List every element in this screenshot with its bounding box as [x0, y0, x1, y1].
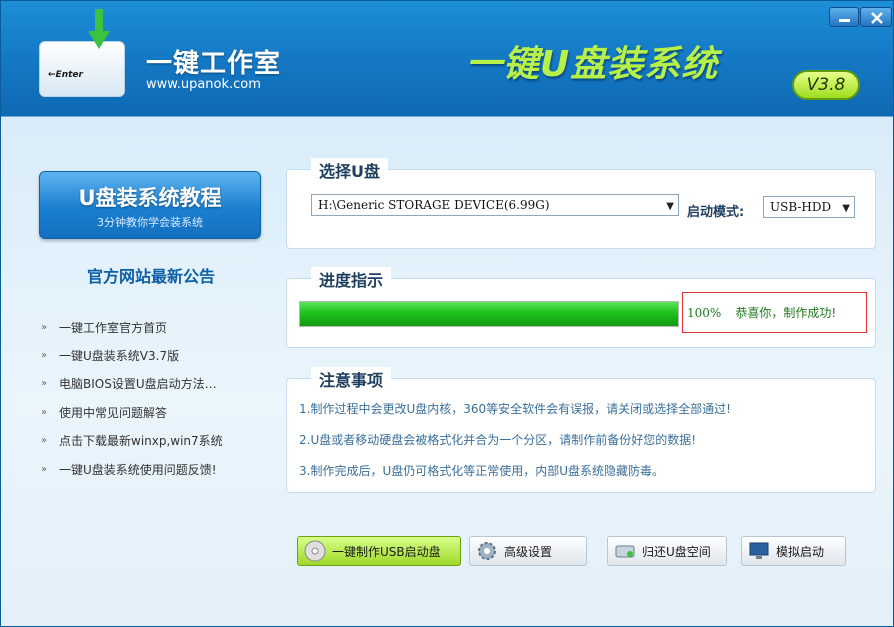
news-item-label: 一键U盘装系统使用问题反馈! [59, 462, 217, 477]
make-usb-label: 一键制作USB启动盘 [332, 544, 441, 559]
drive-icon [615, 545, 635, 558]
disc-icon [304, 540, 326, 562]
tutorial-button[interactable]: U盘装系统教程 3分钟教你学会装系统 [39, 171, 261, 239]
note-line: 2.U盘或者移动硬盘会被格式化并合为一个分区，请制作前备份好您的数据! [299, 433, 697, 447]
progress-fill [300, 302, 678, 326]
note-line: 3.制作完成后，U盘仍可格式化等正常使用，内部U盘系统隐藏防毒。 [299, 464, 665, 478]
news-item[interactable]: » 一键U盘装系统V3.7版 [41, 341, 271, 369]
minimize-icon [839, 19, 850, 22]
advanced-settings-button[interactable]: 高级设置 [469, 536, 587, 566]
logo: ←Enter [39, 41, 125, 97]
boot-mode-select[interactable]: USB-HDD ▼ [763, 196, 855, 218]
gear-icon [478, 542, 496, 560]
bullet-icon: » [41, 321, 48, 333]
note-line: 1.制作过程中会更改U盘内核，360等安全软件会有误报，请关闭或选择全部通过! [299, 402, 731, 416]
version-badge: V3.8 [792, 70, 860, 100]
news-item[interactable]: » 电脑BIOS设置U盘启动方法… [41, 370, 271, 398]
close-icon [871, 12, 883, 24]
boot-mode-value: USB-HDD [770, 200, 832, 214]
app-window: ←Enter 一键工作室 www.upanok.com 一键U盘装系统 V3.8… [0, 0, 894, 627]
bullet-icon: » [41, 406, 48, 418]
news-item[interactable]: » 点击下载最新winxp,win7系统 [41, 427, 271, 455]
simulate-boot-button[interactable]: 模拟启动 [741, 536, 846, 566]
minimize-button[interactable] [829, 7, 859, 27]
title-bar: ←Enter 一键工作室 www.upanok.com 一键U盘装系统 V3.8 [1, 1, 894, 119]
tutorial-title: U盘装系统教程 [78, 186, 222, 210]
news-item-label: 点击下载最新winxp,win7系统 [59, 434, 223, 449]
news-item-label: 一键工作室官方首页 [59, 320, 168, 335]
chevron-down-icon: ▼ [666, 201, 674, 212]
news-item-label: 一键U盘装系统V3.7版 [59, 349, 180, 364]
news-item-label: 使用中常见问题解答 [59, 405, 168, 420]
advanced-settings-label: 高级设置 [504, 544, 553, 559]
bullet-icon: » [41, 350, 48, 362]
monitor-icon [749, 542, 769, 559]
news-item-label: 电脑BIOS设置U盘启动方法… [59, 377, 217, 392]
bullet-icon: » [41, 463, 48, 475]
news-list: » 一键工作室官方首页 » 一键U盘装系统V3.7版 » 电脑BIOS设置U盘启动方法… [41, 313, 271, 483]
logo-enter-text: ←Enter [48, 70, 83, 80]
select-usb-legend: 选择U盘 [311, 158, 388, 182]
close-button[interactable] [860, 7, 892, 27]
bullet-icon: » [41, 435, 48, 447]
progress-status: 100% 恭喜你，制作成功! [682, 292, 867, 333]
news-item[interactable]: » 一键工作室官方首页 [41, 313, 271, 341]
progress-bar [299, 301, 679, 327]
news-item[interactable]: » 一键U盘装系统使用问题反馈! [41, 455, 271, 483]
notes-legend: 注意事项 [311, 367, 392, 391]
brand-title: 一键工作室 [146, 49, 282, 79]
chevron-down-icon: ▼ [842, 203, 850, 214]
restore-usb-button[interactable]: 归还U盘空间 [607, 536, 727, 566]
news-item[interactable]: » 使用中常见问题解答 [41, 398, 271, 426]
progress-message: 恭喜你，制作成功! [735, 306, 837, 320]
tutorial-subtitle: 3分钟教你学会装系统 [97, 216, 203, 229]
progress-percent: 100% [687, 305, 722, 320]
app-title: 一键U盘装系统 [466, 44, 719, 85]
usb-device-select[interactable]: H:\Generic STORAGE DEVICE(6.99G) ▼ [311, 194, 679, 216]
bullet-icon: » [41, 378, 48, 390]
simulate-boot-label: 模拟启动 [776, 544, 825, 559]
download-arrow-icon [88, 9, 110, 49]
make-usb-button[interactable]: 一键制作USB启动盘 [297, 536, 461, 566]
brand-url: www.upanok.com [146, 77, 261, 92]
boot-mode-label: 启动模式: [687, 205, 745, 220]
usb-device-value: H:\Generic STORAGE DEVICE(6.99G) [318, 198, 550, 212]
news-heading: 官方网站最新公告 [86, 267, 215, 286]
progress-legend: 进度指示 [311, 267, 392, 291]
restore-usb-label: 归还U盘空间 [642, 544, 711, 559]
